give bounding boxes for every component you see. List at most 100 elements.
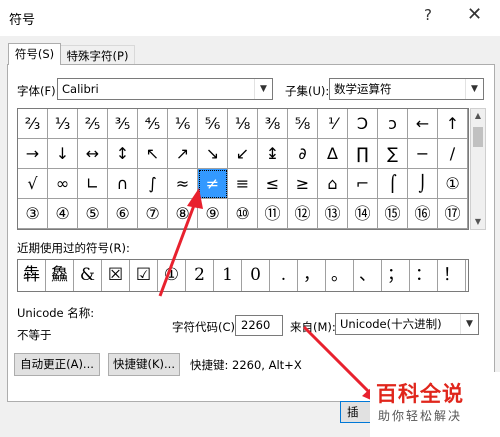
symbol-cell[interactable]: ↄ <box>378 109 408 139</box>
symbol-cell[interactable]: ⑪ <box>258 199 288 229</box>
symbol-cell[interactable]: ↓ <box>48 139 78 169</box>
symbol-cell[interactable]: ↙ <box>228 139 258 169</box>
char-code-input[interactable]: 2260 <box>235 315 283 336</box>
from-label: 来自(M): <box>290 320 336 334</box>
symbol-grid-scrollbar[interactable]: ▲ ▼ <box>470 108 486 230</box>
symbol-cell[interactable]: ④ <box>48 199 78 229</box>
recent-symbol-cell[interactable]: 、 <box>354 260 382 291</box>
recent-symbol-cell[interactable]: ☒ <box>102 260 130 291</box>
scroll-up-icon[interactable]: ▲ <box>471 109 485 123</box>
recent-symbol-cell[interactable]: ① <box>158 260 186 291</box>
tab-symbols[interactable]: 符号(S) <box>8 43 61 65</box>
symbol-cell[interactable]: ⑯ <box>408 199 438 229</box>
watermark-title: 百科全说 <box>376 382 464 406</box>
recent-symbol-cell[interactable]: ！ <box>438 260 466 291</box>
symbol-cell[interactable]: ↑ <box>438 109 468 139</box>
symbol-cell[interactable]: ⅓ <box>48 109 78 139</box>
symbol-cell[interactable]: ⑭ <box>348 199 378 229</box>
recent-symbol-cell[interactable]: ☑ <box>130 260 158 291</box>
subset-dropdown[interactable]: 数学运算符 ▼ <box>329 78 484 100</box>
symbol-cell[interactable]: ⅚ <box>198 109 228 139</box>
symbol-cell[interactable]: ⑤ <box>78 199 108 229</box>
chevron-down-icon[interactable]: ▼ <box>465 79 483 99</box>
symbol-cell[interactable]: ∏ <box>348 139 378 169</box>
symbol-cell-selected[interactable]: ≠ <box>198 169 228 199</box>
symbol-cell[interactable]: ≈ <box>168 169 198 199</box>
symbol-cell[interactable]: ⅘ <box>138 109 168 139</box>
symbol-cell[interactable]: ⑩ <box>228 199 258 229</box>
symbol-cell[interactable]: ⌂ <box>318 169 348 199</box>
symbol-cell[interactable]: ⅝ <box>288 109 318 139</box>
recent-symbol-cell[interactable]: ： <box>410 260 438 291</box>
scroll-down-icon[interactable]: ▼ <box>471 215 485 229</box>
recent-symbol-cell[interactable]: & <box>74 260 102 291</box>
symbol-cell[interactable]: ⑫ <box>288 199 318 229</box>
symbol-cell[interactable]: ∑ <box>378 139 408 169</box>
symbol-cell[interactable]: ⑨ <box>198 199 228 229</box>
symbol-cell[interactable]: ≡ <box>228 169 258 199</box>
symbol-cell[interactable]: ∟ <box>78 169 108 199</box>
symbol-cell[interactable]: ⑧ <box>168 199 198 229</box>
from-dropdown[interactable]: Unicode(十六进制) ▼ <box>335 313 479 335</box>
symbol-cell[interactable]: ∞ <box>48 169 78 199</box>
symbol-cell[interactable]: ≥ <box>288 169 318 199</box>
symbol-cell[interactable]: ⅛ <box>228 109 258 139</box>
recent-symbol-cell[interactable]: 犇 <box>18 260 46 291</box>
symbol-cell[interactable]: √ <box>18 169 48 199</box>
symbol-cell[interactable]: ↗ <box>168 139 198 169</box>
symbol-cell[interactable]: ⌐ <box>348 169 378 199</box>
symbol-cell[interactable]: ⅜ <box>258 109 288 139</box>
font-dropdown[interactable]: Calibri ▼ <box>57 78 273 100</box>
chevron-down-icon[interactable]: ▼ <box>460 314 478 334</box>
symbol-cell[interactable]: ⑥ <box>108 199 138 229</box>
symbol-cell[interactable]: Ↄ <box>348 109 378 139</box>
symbol-cell[interactable]: → <box>18 139 48 169</box>
symbol-cell[interactable]: ⑰ <box>438 199 468 229</box>
recent-symbol-cell[interactable]: ； <box>382 260 410 291</box>
symbol-cell[interactable]: ↔ <box>78 139 108 169</box>
close-button[interactable]: ✕ <box>467 4 482 25</box>
symbol-cell[interactable]: ⑱ <box>468 199 469 229</box>
symbol-cell[interactable]: ⅖ <box>78 109 108 139</box>
recent-symbols[interactable]: 犇鱻 & ☒ ☑ ① 2 1 0.，。、；：！ <box>17 259 469 292</box>
symbol-cell[interactable]: ⑬ <box>318 199 348 229</box>
help-button[interactable]: ? <box>424 6 432 24</box>
recent-symbol-cell[interactable]: 1 <box>214 260 242 291</box>
scroll-thumb[interactable] <box>473 127 483 147</box>
symbol-cell[interactable]: ② <box>468 169 469 199</box>
recent-symbol-cell[interactable]: 鱻 <box>46 260 74 291</box>
recent-symbol-cell[interactable]: ， <box>298 260 326 291</box>
symbol-cell[interactable]: ⑦ <box>138 199 168 229</box>
symbol-cell[interactable]: ← <box>408 109 438 139</box>
autocorrect-button[interactable]: 自动更正(A)... <box>14 353 100 376</box>
symbol-cell[interactable]: ⅟ <box>318 109 348 139</box>
symbol-cell[interactable]: ↨ <box>258 139 288 169</box>
symbol-cell[interactable]: ↖ <box>138 139 168 169</box>
symbol-cell[interactable]: ↘ <box>198 139 228 169</box>
symbol-cell[interactable]: ≤ <box>258 169 288 199</box>
recent-symbol-cell[interactable]: 。 <box>326 260 354 291</box>
symbol-cell[interactable]: ∫ <box>138 169 168 199</box>
symbol-grid[interactable]: ⅔ ⅓ ⅖ ⅗ ⅘ ⅙ ⅚ ⅛ ⅜ ⅝ ⅟ Ↄↄ ← ↑ → ↓ ↔ ↕ ↖ ↗ ↘ ↙ ↨ ∂ ∆ ∏ ∑ − ∕ √ ∞ ∟ ∩ ∫ ≈ ≠ ≡ ≤ ≥… <box>17 108 469 230</box>
recent-symbol-cell[interactable]: 2 <box>186 260 214 291</box>
symbol-cell[interactable]: ⑮ <box>378 199 408 229</box>
recent-symbol-cell[interactable]: 0 <box>242 260 270 291</box>
symbol-cell[interactable]: ∕ <box>438 139 468 169</box>
symbol-cell[interactable]: ⌡ <box>408 169 438 199</box>
tab-special-characters[interactable]: 特殊字符(P) <box>60 45 135 65</box>
symbol-cell[interactable]: ∂ <box>288 139 318 169</box>
shortcut-key-button[interactable]: 快捷键(K)... <box>108 353 180 376</box>
symbol-cell[interactable]: ③ <box>18 199 48 229</box>
symbol-cell[interactable]: − <box>408 139 438 169</box>
symbol-cell[interactable]: ⅙ <box>168 109 198 139</box>
symbol-cell[interactable]: ∩ <box>108 169 138 199</box>
unicode-name-value: 不等于 <box>17 328 52 342</box>
symbol-cell[interactable]: ① <box>438 169 468 199</box>
recent-symbol-cell[interactable]: . <box>270 260 298 291</box>
symbol-cell[interactable]: ⅗ <box>108 109 138 139</box>
chevron-down-icon[interactable]: ▼ <box>254 79 272 99</box>
symbol-cell[interactable]: ∆ <box>318 139 348 169</box>
symbol-cell[interactable]: ⌠ <box>378 169 408 199</box>
symbol-cell[interactable]: ⅔ <box>18 109 48 139</box>
symbol-cell[interactable]: ↕ <box>108 139 138 169</box>
